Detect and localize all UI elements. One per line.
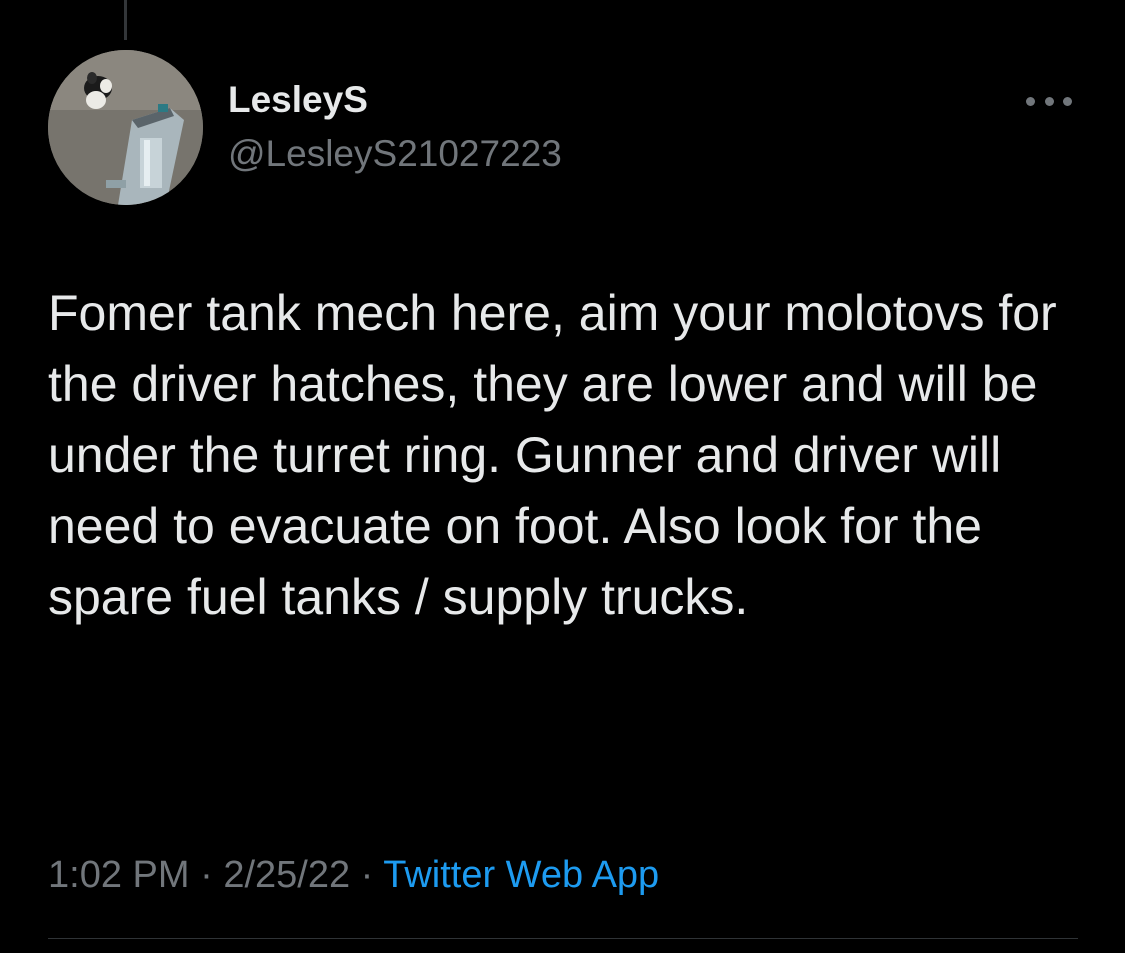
tweet-date[interactable]: 2/25/22 <box>223 854 350 896</box>
tweet-source-link[interactable]: Twitter Web App <box>383 854 659 896</box>
more-dot <box>1026 96 1035 106</box>
tweet-metadata: 1:02 PM · 2/25/22 · Twitter Web App <box>48 852 659 898</box>
avatar[interactable] <box>48 50 203 205</box>
thread-connector-line <box>124 0 127 40</box>
author-display-name[interactable]: LesleyS <box>228 78 368 122</box>
more-options-icon[interactable] <box>1026 86 1072 116</box>
tweet-time[interactable]: 1:02 PM <box>48 854 190 896</box>
more-dot <box>1063 96 1072 106</box>
tweet-header: LesleyS @LesleyS21027223 <box>48 50 1078 206</box>
tweet-text: Fomer tank mech here, aim your molotovs … <box>48 285 1057 625</box>
meta-separator: · <box>360 854 374 896</box>
author-handle[interactable]: @LesleyS21027223 <box>228 132 562 176</box>
more-dot <box>1044 96 1054 106</box>
meta-separator: · <box>200 854 213 896</box>
divider <box>48 938 1078 939</box>
avatar-photo <box>48 50 203 205</box>
